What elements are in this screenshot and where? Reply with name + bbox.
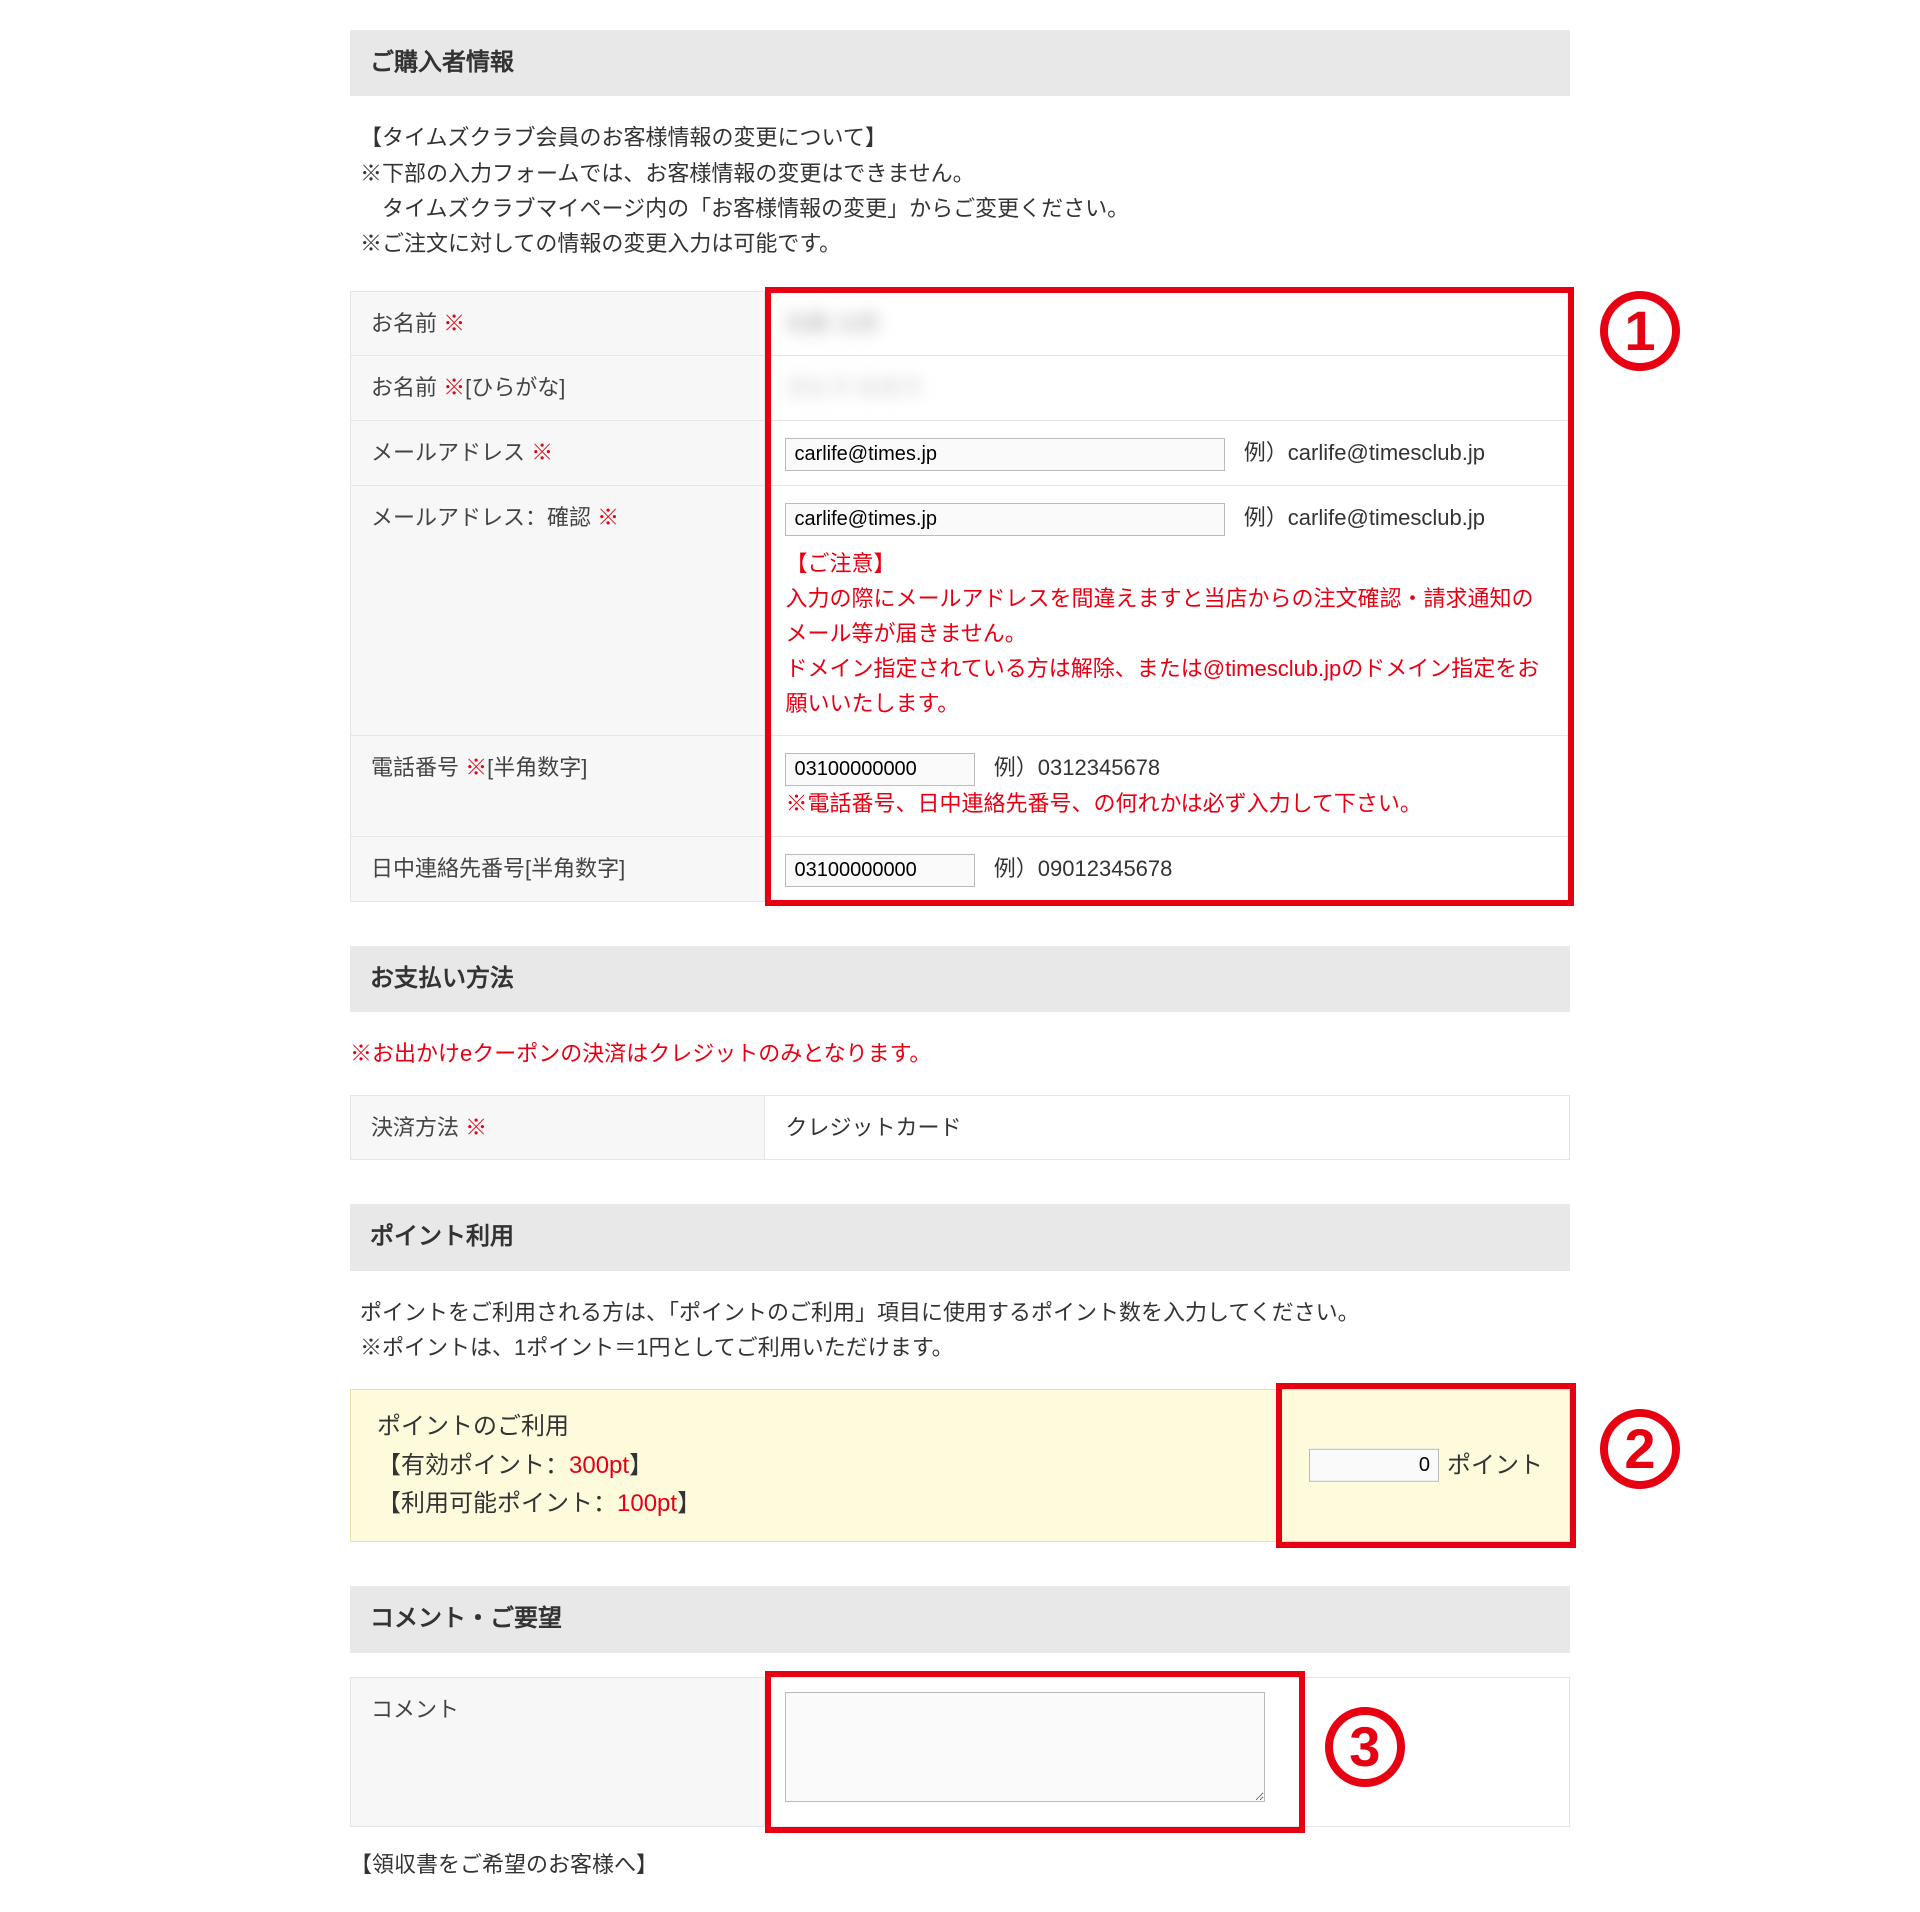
annotation-number-2: 2 <box>1600 1409 1680 1489</box>
receipt-heading: 【領収書をご希望のお客様へ】 <box>350 1847 1570 1882</box>
value-payment-method: クレジットカード <box>765 1096 1570 1160</box>
section-header-payment: お支払い方法 <box>350 946 1570 1012</box>
payment-table: 決済方法 ※ クレジットカード <box>350 1095 1570 1160</box>
label-email-confirm: メールアドレス：確認 ※ <box>351 485 765 736</box>
notice-line: ※ご注文に対しての情報の変更入力は可能です。 <box>360 226 1560 261</box>
annotation-box-3 <box>765 1671 1305 1833</box>
section-header-points: ポイント利用 <box>350 1204 1570 1270</box>
points-desc: ポイントをご利用される方は、「ポイントのご利用」項目に使用するポイント数を入力し… <box>350 1295 1570 1389</box>
label-comment: コメント <box>351 1677 765 1826</box>
label-email: メールアドレス ※ <box>351 420 765 485</box>
notice-line: ※下部の入力フォームでは、お客様情報の変更はできません。 <box>360 156 1560 191</box>
notice-line: タイムズクラブマイページ内の「お客様情報の変更」からご変更ください。 <box>360 191 1560 226</box>
notice-title: 【タイムズクラブ会員のお客様情報の変更について】 <box>360 120 1560 155</box>
annotation-box-1 <box>765 287 1574 906</box>
annotation-number-3: 3 <box>1325 1707 1405 1787</box>
section-header-comment: コメント・ご要望 <box>350 1586 1570 1652</box>
label-name-kana: お名前 ※[ひらがな] <box>351 356 765 420</box>
buyer-notice: 【タイムズクラブ会員のお客様情報の変更について】 ※下部の入力フォームでは、お客… <box>350 120 1570 291</box>
section-header-buyer: ご購入者情報 <box>350 30 1570 96</box>
payment-note: ※お出かけeクーポンの決済はクレジットのみとなります。 <box>350 1036 1570 1095</box>
annotation-number-1: 1 <box>1600 291 1680 371</box>
label-payment-method: 決済方法 ※ <box>351 1096 765 1160</box>
annotation-box-2 <box>1276 1383 1576 1548</box>
label-phone: 電話番号 ※[半角数字] <box>351 736 765 836</box>
label-day-phone: 日中連絡先番号[半角数字] <box>351 836 765 901</box>
label-name: お名前 ※ <box>351 292 765 356</box>
